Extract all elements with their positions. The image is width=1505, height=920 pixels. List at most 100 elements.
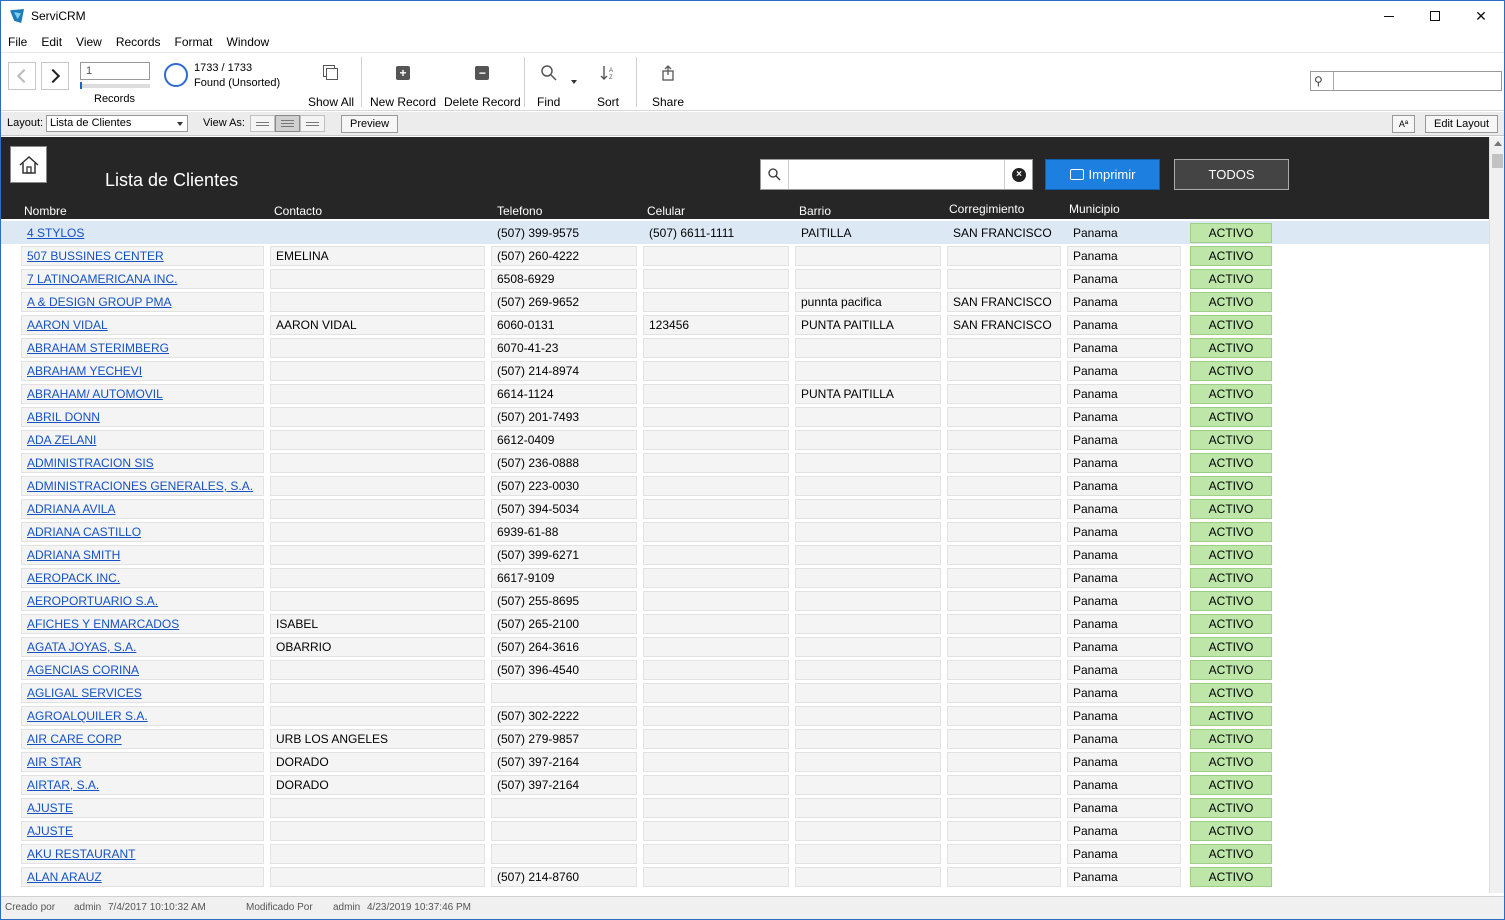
contact-field[interactable]	[270, 683, 485, 703]
neighborhood-field[interactable]: PAITILLA	[795, 223, 941, 243]
municipality-field[interactable]: Panama	[1067, 591, 1181, 611]
municipality-field[interactable]: Panama	[1067, 821, 1181, 841]
mobile-field[interactable]	[643, 706, 789, 726]
scroll-up-icon[interactable]	[1494, 141, 1502, 146]
neighborhood-field[interactable]	[795, 545, 941, 565]
neighborhood-field[interactable]	[795, 637, 941, 657]
phone-field[interactable]: (507) 399-9575	[491, 223, 637, 243]
table-row[interactable]: AARON VIDAL AARON VIDAL 6060-0131 123456 PUN…	[1, 313, 1489, 336]
municipality-field[interactable]: Panama	[1067, 706, 1181, 726]
find-dropdown-caret-icon[interactable]	[571, 80, 577, 84]
municipality-field[interactable]: Panama	[1067, 476, 1181, 496]
contact-field[interactable]	[270, 407, 485, 427]
menu-window[interactable]: Window	[227, 35, 270, 49]
district-field[interactable]	[947, 683, 1061, 703]
text-format-button[interactable]: Aª	[1392, 115, 1415, 133]
municipality-field[interactable]: Panama	[1067, 499, 1181, 519]
table-row[interactable]: AFICHES Y ENMARCADOS ISABEL (507) 265-2100…	[1, 612, 1489, 635]
mobile-field[interactable]: (507) 6611-1111	[643, 223, 789, 243]
neighborhood-field[interactable]	[795, 706, 941, 726]
preview-button[interactable]: Preview	[341, 115, 399, 133]
status-badge[interactable]: ACTIVO	[1190, 545, 1272, 565]
table-row[interactable]: AIR CARE CORP URB LOS ANGELES (507) 279-9…	[1, 727, 1489, 750]
municipality-field[interactable]: Panama	[1067, 614, 1181, 634]
table-row[interactable]: AGLIGAL SERVICES Panama ACTIVO	[1, 681, 1489, 704]
show-all-button[interactable]: Show All	[308, 61, 354, 109]
client-name-link[interactable]: 4 STYLOS	[21, 223, 264, 243]
client-name-link[interactable]: AARON VIDAL	[21, 315, 264, 335]
neighborhood-field[interactable]	[795, 660, 941, 680]
status-badge[interactable]: ACTIVO	[1190, 476, 1272, 496]
mobile-field[interactable]	[643, 775, 789, 795]
district-field[interactable]	[947, 361, 1061, 381]
found-set-pie-icon[interactable]	[164, 63, 188, 87]
status-badge[interactable]: ACTIVO	[1190, 798, 1272, 818]
neighborhood-field[interactable]	[795, 821, 941, 841]
table-row[interactable]: ADRIANA AVILA (507) 394-5034 Panama ACTIVO	[1, 497, 1489, 520]
contact-field[interactable]: URB LOS ANGELES	[270, 729, 485, 749]
district-field[interactable]	[947, 637, 1061, 657]
status-badge[interactable]: ACTIVO	[1190, 637, 1272, 657]
phone-field[interactable]: (507) 223-0030	[491, 476, 637, 496]
municipality-field[interactable]: Panama	[1067, 384, 1181, 404]
client-name-link[interactable]: AEROPACK INC.	[21, 568, 264, 588]
municipality-field[interactable]: Panama	[1067, 545, 1181, 565]
district-field[interactable]	[947, 729, 1061, 749]
neighborhood-field[interactable]	[795, 338, 941, 358]
mobile-field[interactable]	[643, 683, 789, 703]
mobile-field[interactable]	[643, 660, 789, 680]
column-header-nombre[interactable]: Nombre	[24, 204, 67, 218]
client-name-link[interactable]: ABRAHAM STERIMBERG	[21, 338, 264, 358]
status-badge[interactable]: ACTIVO	[1190, 453, 1272, 473]
client-name-link[interactable]: ABRIL DONN	[21, 407, 264, 427]
client-name-link[interactable]: AFICHES Y ENMARCADOS	[21, 614, 264, 634]
mobile-field[interactable]	[643, 798, 789, 818]
mobile-field[interactable]	[643, 338, 789, 358]
municipality-field[interactable]: Panama	[1067, 338, 1181, 358]
mobile-field[interactable]: 123456	[643, 315, 789, 335]
neighborhood-field[interactable]	[795, 867, 941, 887]
contact-field[interactable]: OBARRIO	[270, 637, 485, 657]
client-name-link[interactable]: 507 BUSSINES CENTER	[21, 246, 264, 266]
table-row[interactable]: ADA ZELANI 6612-0409 Panama ACTIVO	[1, 428, 1489, 451]
contact-field[interactable]: ISABEL	[270, 614, 485, 634]
contact-field[interactable]	[270, 568, 485, 588]
scrollbar-thumb[interactable]	[1492, 154, 1503, 168]
quick-find-input[interactable]: ⚲	[1310, 71, 1502, 91]
phone-field[interactable]: (507) 236-0888	[491, 453, 637, 473]
municipality-field[interactable]: Panama	[1067, 269, 1181, 289]
district-field[interactable]	[947, 499, 1061, 519]
mobile-field[interactable]	[643, 637, 789, 657]
quick-find-search-icon[interactable]: ⚲	[1314, 74, 1323, 88]
neighborhood-field[interactable]: punnta pacifica	[795, 292, 941, 312]
municipality-field[interactable]: Panama	[1067, 660, 1181, 680]
municipality-field[interactable]: Panama	[1067, 729, 1181, 749]
contact-field[interactable]	[270, 338, 485, 358]
mobile-field[interactable]	[643, 292, 789, 312]
phone-field[interactable]: 6614-1124	[491, 384, 637, 404]
status-badge[interactable]: ACTIVO	[1190, 706, 1272, 726]
status-badge[interactable]: ACTIVO	[1190, 223, 1272, 243]
contact-field[interactable]	[270, 844, 485, 864]
table-row[interactable]: AGENCIAS CORINA (507) 396-4540 Panama ACTIV…	[1, 658, 1489, 681]
neighborhood-field[interactable]	[795, 798, 941, 818]
status-badge[interactable]: ACTIVO	[1190, 407, 1272, 427]
neighborhood-field[interactable]	[795, 729, 941, 749]
clear-search-icon[interactable]: ×	[1012, 168, 1026, 182]
neighborhood-field[interactable]	[795, 683, 941, 703]
status-badge[interactable]: ACTIVO	[1190, 614, 1272, 634]
client-name-link[interactable]: ADRIANA SMITH	[21, 545, 264, 565]
phone-field[interactable]: (507) 265-2100	[491, 614, 637, 634]
municipality-field[interactable]: Panama	[1067, 246, 1181, 266]
todos-button[interactable]: TODOS	[1174, 159, 1289, 190]
table-row[interactable]: A & DESIGN GROUP PMA (507) 269-9652 punnta…	[1, 290, 1489, 313]
municipality-field[interactable]: Panama	[1067, 453, 1181, 473]
contact-field[interactable]	[270, 591, 485, 611]
phone-field[interactable]: (507) 394-5034	[491, 499, 637, 519]
status-badge[interactable]: ACTIVO	[1190, 361, 1272, 381]
phone-field[interactable]	[491, 844, 637, 864]
mobile-field[interactable]	[643, 729, 789, 749]
table-row[interactable]: ADMINISTRACION SIS (507) 236-0888 Panama AC…	[1, 451, 1489, 474]
neighborhood-field[interactable]	[795, 476, 941, 496]
column-header-contacto[interactable]: Contacto	[274, 204, 322, 218]
